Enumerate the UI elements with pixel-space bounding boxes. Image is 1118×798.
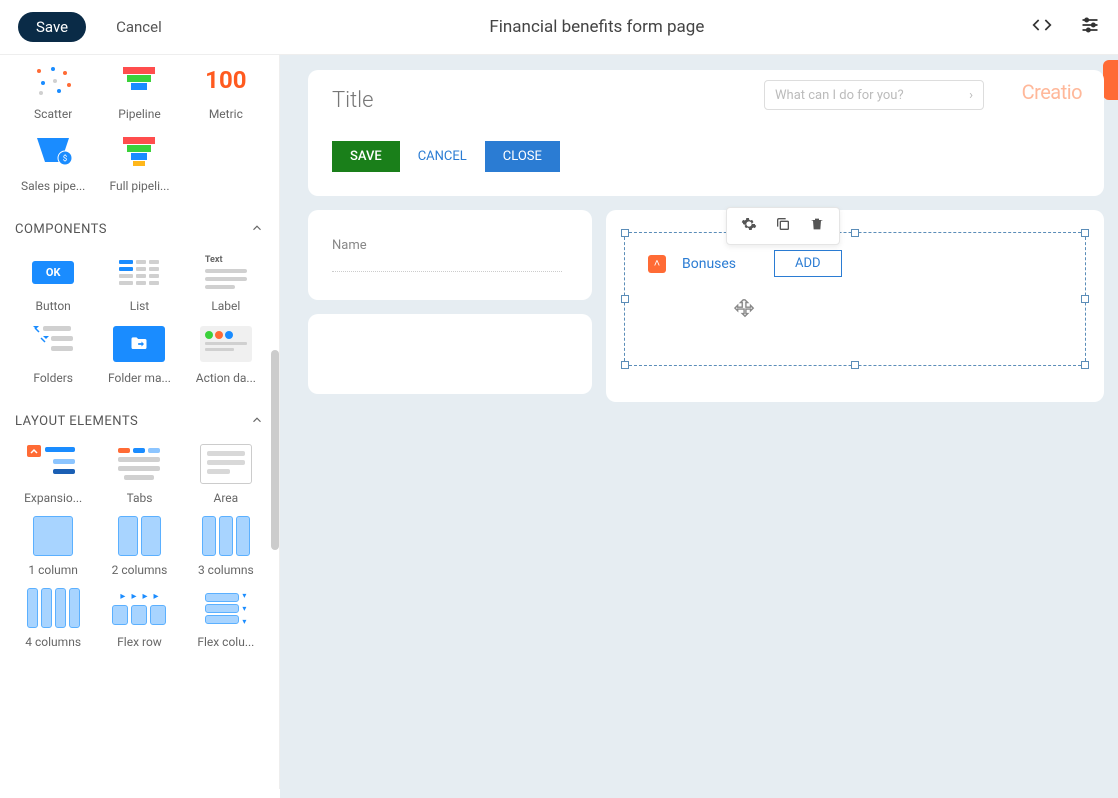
palette-full-pipeline[interactable]: Full pipeli...	[101, 131, 177, 193]
empty-card[interactable]	[308, 314, 592, 394]
bonuses-label[interactable]: Bonuses	[682, 256, 736, 272]
move-cursor-icon	[734, 298, 756, 324]
palette-label: Expansio...	[24, 491, 82, 505]
palette-label: Scatter	[34, 107, 72, 121]
palette-label: Button	[36, 299, 71, 313]
palette-flex-row[interactable]: ▸▸▸▸ Flex row	[101, 587, 177, 649]
resize-handle[interactable]	[851, 229, 859, 237]
section-components-header[interactable]: COMPONENTS	[15, 208, 264, 251]
section-title: COMPONENTS	[15, 222, 107, 237]
palette-1-column[interactable]: 1 column	[15, 515, 91, 577]
palette-metric[interactable]: 100 Metric	[188, 59, 264, 121]
form-cancel-button[interactable]: CANCEL	[418, 149, 467, 164]
palette-expansion-panel[interactable]: Expansio...	[15, 443, 91, 505]
resize-handle[interactable]	[1081, 295, 1089, 303]
resize-handle[interactable]	[621, 295, 629, 303]
palette-button[interactable]: OK Button	[15, 251, 91, 313]
palette-list[interactable]: List	[101, 251, 177, 313]
palette-label: Tabs	[127, 491, 153, 505]
section-title: LAYOUT ELEMENTS	[15, 414, 138, 429]
palette-label: Folder ma...	[108, 371, 171, 385]
settings-sliders-icon[interactable]	[1080, 15, 1100, 39]
resize-handle[interactable]	[621, 361, 629, 369]
design-canvas[interactable]: Title What can I do for you? › Creatio S…	[280, 55, 1118, 798]
gear-icon[interactable]	[741, 216, 757, 236]
side-panel-toggle[interactable]	[1103, 60, 1118, 100]
palette-label: Flex colu...	[197, 635, 254, 649]
palette-sales-pipeline[interactable]: $ Sales pipe...	[15, 131, 91, 193]
section-layout-header[interactable]: LAYOUT ELEMENTS	[15, 400, 264, 443]
palette-area[interactable]: Area	[188, 443, 264, 505]
code-icon[interactable]	[1032, 15, 1052, 39]
search-input-preview[interactable]: What can I do for you? ›	[764, 80, 984, 110]
brand-logo: Creatio	[1022, 80, 1082, 104]
palette-label: 4 columns	[25, 635, 81, 649]
palette-2-columns[interactable]: 2 columns	[101, 515, 177, 577]
expand-toggle-icon[interactable]: ˄	[648, 255, 666, 273]
palette-label: Area	[213, 491, 238, 505]
palette-label: Full pipeli...	[109, 179, 169, 193]
scrollbar-thumb[interactable]	[271, 350, 279, 550]
bonuses-card[interactable]: ˄ Bonuses ADD	[606, 210, 1104, 402]
trash-icon[interactable]	[809, 216, 825, 236]
chevron-up-icon	[250, 220, 264, 239]
resize-handle[interactable]	[851, 361, 859, 369]
selection-toolbar	[726, 207, 840, 245]
name-label: Name	[332, 238, 568, 253]
palette-folders[interactable]: Folders	[15, 323, 91, 385]
designer-topbar: Save Cancel Financial benefits form page	[0, 0, 1118, 55]
palette-label: Metric	[209, 107, 243, 121]
save-button[interactable]: Save	[18, 12, 86, 42]
component-palette-sidebar: Scatter Pipeline 100 Metric $ Sales pipe…	[0, 55, 280, 789]
search-placeholder: What can I do for you?	[775, 88, 904, 103]
palette-folder-management[interactable]: Folder ma...	[101, 323, 177, 385]
palette-label: Flex row	[117, 635, 162, 649]
form-close-button[interactable]: CLOSE	[485, 141, 560, 172]
form-save-button[interactable]: SAVE	[332, 141, 400, 172]
palette-label[interactable]: Text Label	[188, 251, 264, 313]
name-field-card[interactable]: Name	[308, 210, 592, 300]
copy-icon[interactable]	[775, 216, 791, 236]
palette-flex-column[interactable]: ▾▾▾ Flex colu...	[188, 587, 264, 649]
palette-3-columns[interactable]: 3 columns	[188, 515, 264, 577]
palette-label: 2 columns	[112, 563, 168, 577]
palette-label: Pipeline	[118, 107, 160, 121]
cancel-button[interactable]: Cancel	[116, 18, 162, 36]
palette-label: 3 columns	[198, 563, 254, 577]
resize-handle[interactable]	[621, 229, 629, 237]
resize-handle[interactable]	[1081, 229, 1089, 237]
palette-scatter[interactable]: Scatter	[15, 59, 91, 121]
palette-label-text: Label	[211, 299, 240, 313]
name-input-underline	[332, 271, 562, 272]
palette-action-dashboard[interactable]: Action da...	[188, 323, 264, 385]
add-button[interactable]: ADD	[774, 250, 842, 277]
resize-handle[interactable]	[1081, 361, 1089, 369]
palette-label: List	[130, 299, 150, 313]
palette-pipeline[interactable]: Pipeline	[101, 59, 177, 121]
page-title: Financial benefits form page	[162, 17, 1032, 37]
palette-label: Action da...	[196, 371, 256, 385]
palette-tabs[interactable]: Tabs	[101, 443, 177, 505]
svg-text:$: $	[63, 154, 68, 163]
palette-label: Folders	[33, 371, 73, 385]
palette-label: 1 column	[28, 563, 78, 577]
header-card[interactable]: Title What can I do for you? › Creatio S…	[308, 70, 1104, 196]
chevron-up-icon	[250, 412, 264, 431]
palette-4-columns[interactable]: 4 columns	[15, 587, 91, 649]
chevron-right-icon: ›	[969, 88, 973, 103]
palette-label: Sales pipe...	[21, 179, 85, 193]
